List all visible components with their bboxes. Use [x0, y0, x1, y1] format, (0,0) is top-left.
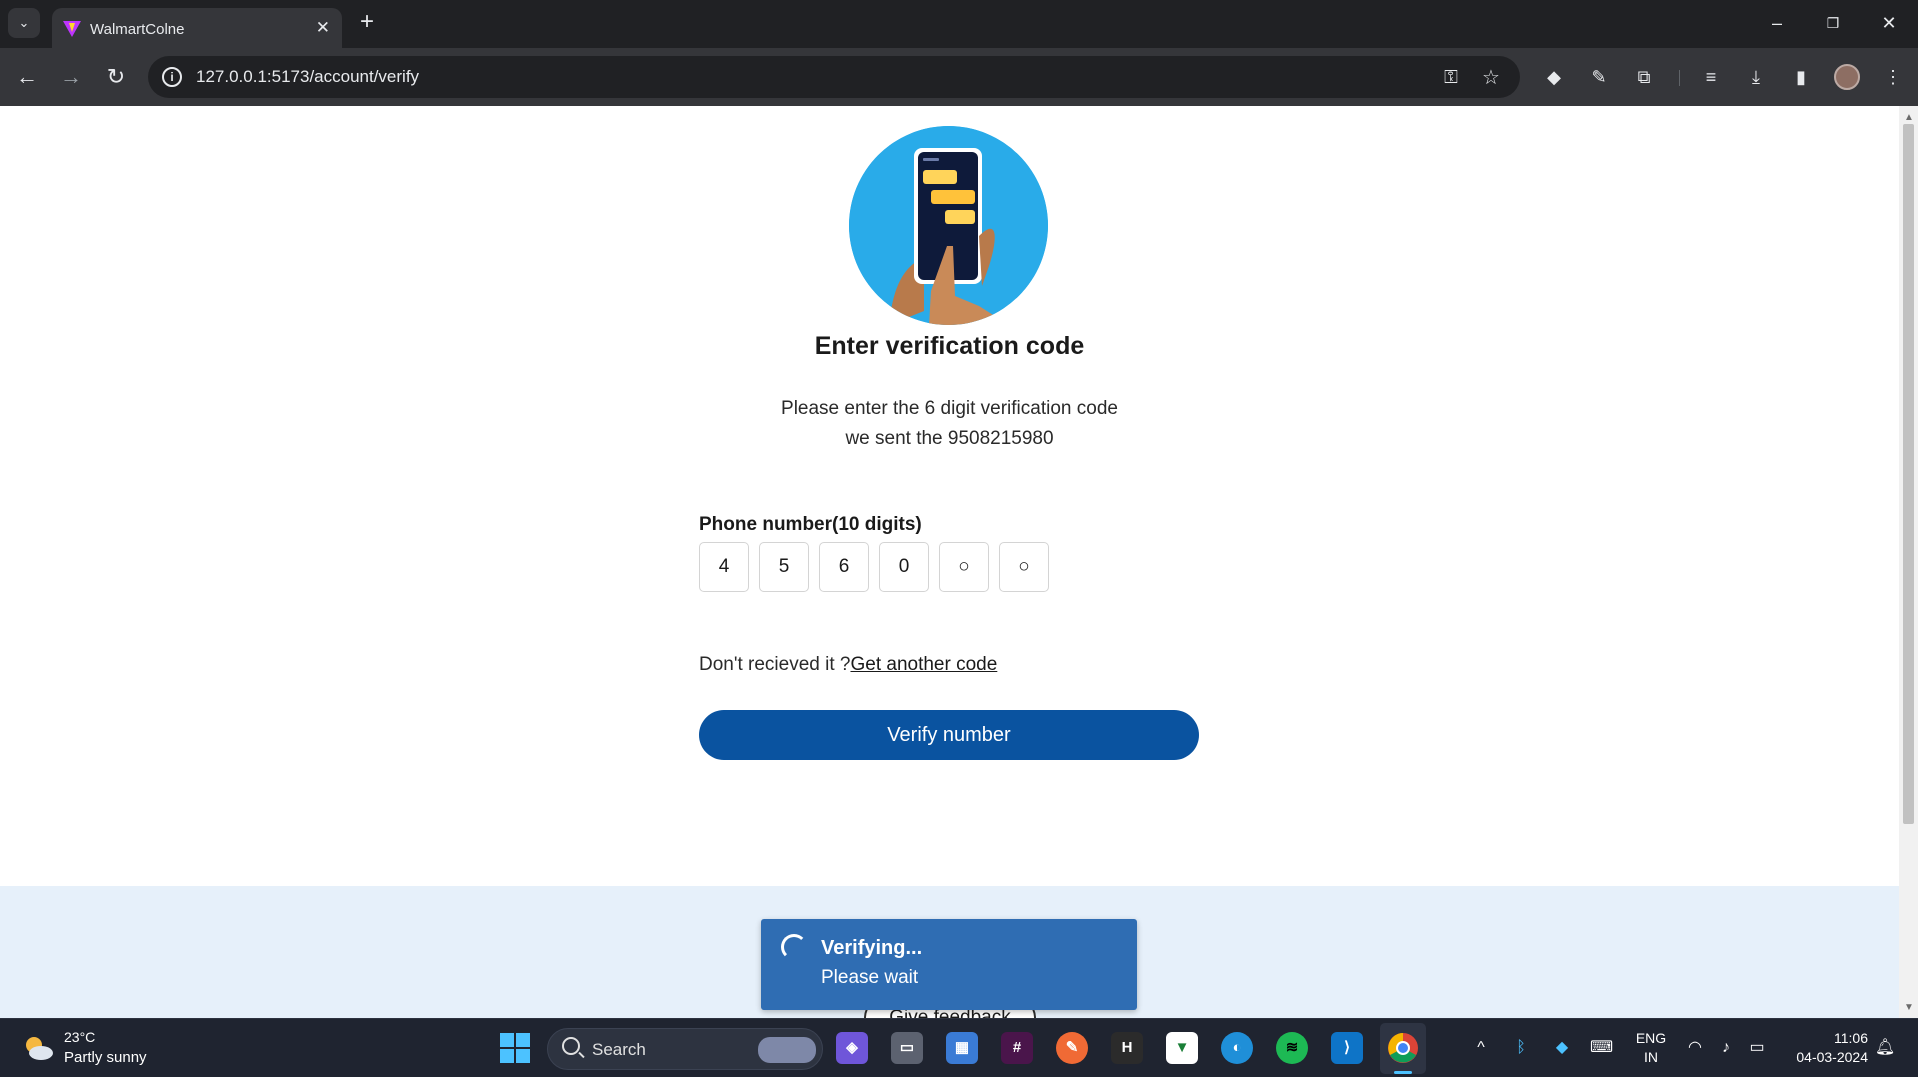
- back-arrow-icon[interactable]: ←: [12, 62, 42, 92]
- otp-digit-1[interactable]: 4: [699, 542, 749, 592]
- reload-icon[interactable]: ↻: [101, 62, 131, 92]
- tab-search-button[interactable]: ⌄: [8, 8, 40, 38]
- minimize-window-button[interactable]: –: [1754, 8, 1800, 38]
- heroku-app-icon[interactable]: H: [1111, 1032, 1143, 1064]
- volume-icon[interactable]: ♪: [1715, 1037, 1737, 1059]
- forward-arrow-icon[interactable]: →: [56, 62, 86, 92]
- toast-title: Verifying...: [821, 937, 923, 959]
- postman-icon[interactable]: ✎: [1056, 1032, 1088, 1064]
- taskbar-search-label: Search: [592, 1040, 646, 1059]
- browser-menu-icon[interactable]: ⋮: [1879, 63, 1907, 91]
- scroll-down-arrow-icon[interactable]: ▼: [1904, 1002, 1914, 1013]
- battery-icon[interactable]: ▭: [1746, 1037, 1768, 1059]
- phone-hands-illustration: [849, 126, 1048, 325]
- windows-start-icon[interactable]: [500, 1033, 530, 1063]
- taskbar-search[interactable]: Search: [547, 1028, 823, 1070]
- page-title: Enter verification code: [814, 332, 1085, 360]
- bluetooth-icon[interactable]: ᛒ: [1510, 1037, 1532, 1059]
- extensions-puzzle-icon[interactable]: ⧉: [1630, 63, 1658, 91]
- scrollbar-thumb[interactable]: [1903, 124, 1914, 824]
- resend-prefix: Don't recieved it ?: [699, 654, 851, 675]
- otp-digit-6[interactable]: ○: [999, 542, 1049, 592]
- bookmark-star-icon[interactable]: ☆: [1478, 65, 1504, 89]
- copilot-app-icon[interactable]: ◈: [836, 1032, 868, 1064]
- new-tab-button[interactable]: +: [352, 8, 382, 38]
- language-indicator[interactable]: ENG IN: [1634, 1029, 1668, 1067]
- otp-digit-3[interactable]: 6: [819, 542, 869, 592]
- instruction-line-2: we sent the 9508215980: [845, 428, 1054, 449]
- browser-toolbar: ← → ↻ i 127.0.0.1:5173/account/verify ⚿ …: [0, 48, 1918, 106]
- show-hidden-icons-chevron-icon[interactable]: ^: [1470, 1037, 1492, 1059]
- get-another-code-link[interactable]: Get another code: [850, 654, 997, 675]
- verify-page: Enter verification code Please enter the…: [0, 106, 1899, 1018]
- eyedropper-icon[interactable]: ✎: [1585, 63, 1613, 91]
- chrome-icon[interactable]: [1387, 1032, 1419, 1064]
- clock-date: 04-03-2024: [1796, 1049, 1868, 1065]
- media-queue-icon[interactable]: ≡: [1697, 63, 1725, 91]
- clock-time: 11:06: [1834, 1030, 1868, 1046]
- security-shield-icon[interactable]: ◆: [1551, 1037, 1573, 1059]
- vscode-icon[interactable]: ⟩: [1331, 1032, 1363, 1064]
- search-icon: [562, 1037, 580, 1055]
- url-text[interactable]: 127.0.0.1:5173/account/verify: [196, 67, 419, 87]
- resend-code-text: Don't recieved it ?Get another code: [699, 654, 997, 676]
- spotify-icon[interactable]: ≋: [1276, 1032, 1308, 1064]
- tab-close-icon[interactable]: ✕: [316, 18, 330, 38]
- extension-shield-icon[interactable]: ◆: [1540, 63, 1568, 91]
- partly-sunny-icon[interactable]: [22, 1033, 54, 1063]
- browser-titlebar: ⌄ WalmartColne ✕ + – ❐ ✕: [0, 0, 1918, 48]
- task-view-icon[interactable]: ▭: [891, 1032, 923, 1064]
- instruction-line-1: Please enter the 6 digit verification co…: [781, 398, 1118, 419]
- weather-temperature[interactable]: 23°C: [64, 1029, 95, 1045]
- toolbar-separator: [1679, 70, 1680, 86]
- system-clock[interactable]: 11:06 04-03-2024: [1786, 1029, 1868, 1067]
- weather-description[interactable]: Partly sunny: [64, 1049, 147, 1066]
- browser-tab[interactable]: WalmartColne ✕: [52, 8, 342, 48]
- page-scrollbar[interactable]: ▲ ▼: [1899, 106, 1918, 1018]
- toast-message: Please wait: [821, 967, 919, 988]
- slack-icon[interactable]: #: [1001, 1032, 1033, 1064]
- vite-favicon-icon: [63, 21, 81, 37]
- otp-digit-2[interactable]: 5: [759, 542, 809, 592]
- site-info-icon[interactable]: i: [162, 67, 182, 87]
- edge-dev-icon[interactable]: ◐: [1221, 1032, 1253, 1064]
- search-highlight-image: [758, 1037, 816, 1063]
- restore-window-button[interactable]: ❐: [1810, 8, 1856, 38]
- verifying-toast: Verifying... Please wait: [761, 919, 1137, 1010]
- side-panel-icon[interactable]: ▮: [1787, 63, 1815, 91]
- scroll-up-arrow-icon[interactable]: ▲: [1904, 112, 1914, 123]
- instruction-text: Please enter the 6 digit verification co…: [0, 394, 1899, 454]
- tab-title: WalmartColne: [90, 21, 185, 38]
- otp-digit-5[interactable]: ○: [939, 542, 989, 592]
- language-code: ENG: [1635, 1030, 1667, 1046]
- verify-number-button[interactable]: Verify number: [699, 710, 1199, 760]
- active-app-indicator: [1394, 1071, 1412, 1074]
- close-window-button[interactable]: ✕: [1866, 8, 1912, 38]
- windows-taskbar: 23°C Partly sunny Search ◈ ▭ ▦ # ✎ H ▼ ◐…: [0, 1018, 1918, 1077]
- language-region: IN: [1644, 1049, 1658, 1065]
- notification-bell-icon[interactable]: 🔔︎: [1874, 1037, 1896, 1059]
- loading-spinner-icon: [781, 934, 807, 960]
- wifi-icon[interactable]: ◠: [1684, 1037, 1706, 1059]
- profile-avatar[interactable]: [1834, 64, 1860, 90]
- microsoft-store-icon[interactable]: ▦: [946, 1032, 978, 1064]
- otp-digit-4[interactable]: 0: [879, 542, 929, 592]
- download-icon[interactable]: ⤓: [1742, 63, 1770, 91]
- vite-app-icon[interactable]: ▼: [1166, 1032, 1198, 1064]
- keyboard-icon[interactable]: ⌨: [1590, 1037, 1613, 1059]
- password-key-icon[interactable]: ⚿: [1438, 67, 1464, 91]
- address-bar[interactable]: i 127.0.0.1:5173/account/verify ⚿ ☆: [148, 56, 1520, 98]
- code-field-label: Phone number(10 digits): [699, 514, 922, 535]
